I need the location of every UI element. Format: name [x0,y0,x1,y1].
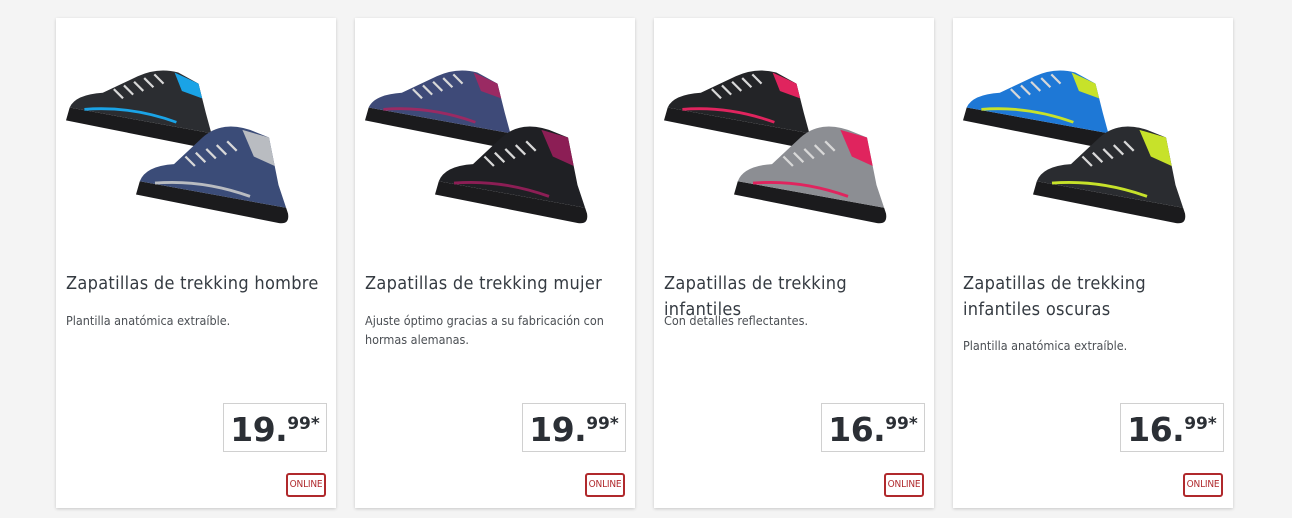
shoe-shape [365,70,513,149]
product-grid: Zapatillas de trekking hombre Plantilla … [0,0,1292,518]
price-asterisk: * [1207,414,1217,434]
product-card[interactable]: Zapatillas de trekking infantiles oscura… [953,18,1233,508]
product-image [66,70,289,224]
price-decimal: 99 [287,414,311,434]
product-title[interactable]: Zapatillas de trekking hombre [66,271,324,297]
shoe-shape [435,126,588,224]
shoe-shape [66,70,214,149]
product-title[interactable]: Zapatillas de trekking mujer [365,271,623,297]
online-badge: ONLINE [286,473,326,497]
product-image [365,70,588,224]
price-integer: 16. [828,410,886,449]
product-image [664,70,887,224]
product-description: Plantilla anatómica extraíble. [66,313,231,328]
price-integer: 16. [1127,410,1185,449]
price-decimal: 99 [586,414,610,434]
shoe-shape [734,126,887,224]
product-description: Plantilla anatómica extraíble. [963,338,1128,353]
shoe-shape [664,70,812,149]
product-description: Con detalles reflectantes. [664,313,809,328]
hiking-shoes-kids-dark-icon[interactable] [961,28,1225,238]
product-card[interactable]: Zapatillas de trekking mujer Ajuste ópti… [355,18,635,508]
online-badge: ONLINE [884,473,924,497]
online-badge: ONLINE [585,473,625,497]
product-description: Ajuste óptimo gracias a su fabricación c… [365,313,604,347]
price-asterisk: * [908,414,918,434]
product-card[interactable]: Zapatillas de trekking hombre Plantilla … [56,18,336,508]
price-box: 19. 99 * [223,403,327,452]
product-image [963,70,1186,224]
price-box: 16. 99 * [1120,403,1224,452]
price-asterisk: * [609,414,619,434]
price-asterisk: * [310,414,320,434]
price-box: 19. 99 * [522,403,626,452]
shoe-shape [963,70,1111,149]
online-badge: ONLINE [1183,473,1223,497]
price-box: 16. 99 * [821,403,925,452]
product-title[interactable]: Zapatillas de trekking infantiles oscura… [963,271,1221,323]
price-integer: 19. [529,410,587,449]
shoe-shape [136,126,289,224]
hiking-shoes-kids-icon[interactable] [662,28,926,238]
hiking-shoes-men-icon[interactable] [64,28,328,238]
product-card[interactable]: Zapatillas de trekking infantiles Con de… [654,18,934,508]
price-decimal: 99 [885,414,909,434]
hiking-shoes-women-icon[interactable] [363,28,627,238]
shoe-shape [1033,126,1186,224]
price-decimal: 99 [1184,414,1208,434]
price-integer: 19. [230,410,288,449]
